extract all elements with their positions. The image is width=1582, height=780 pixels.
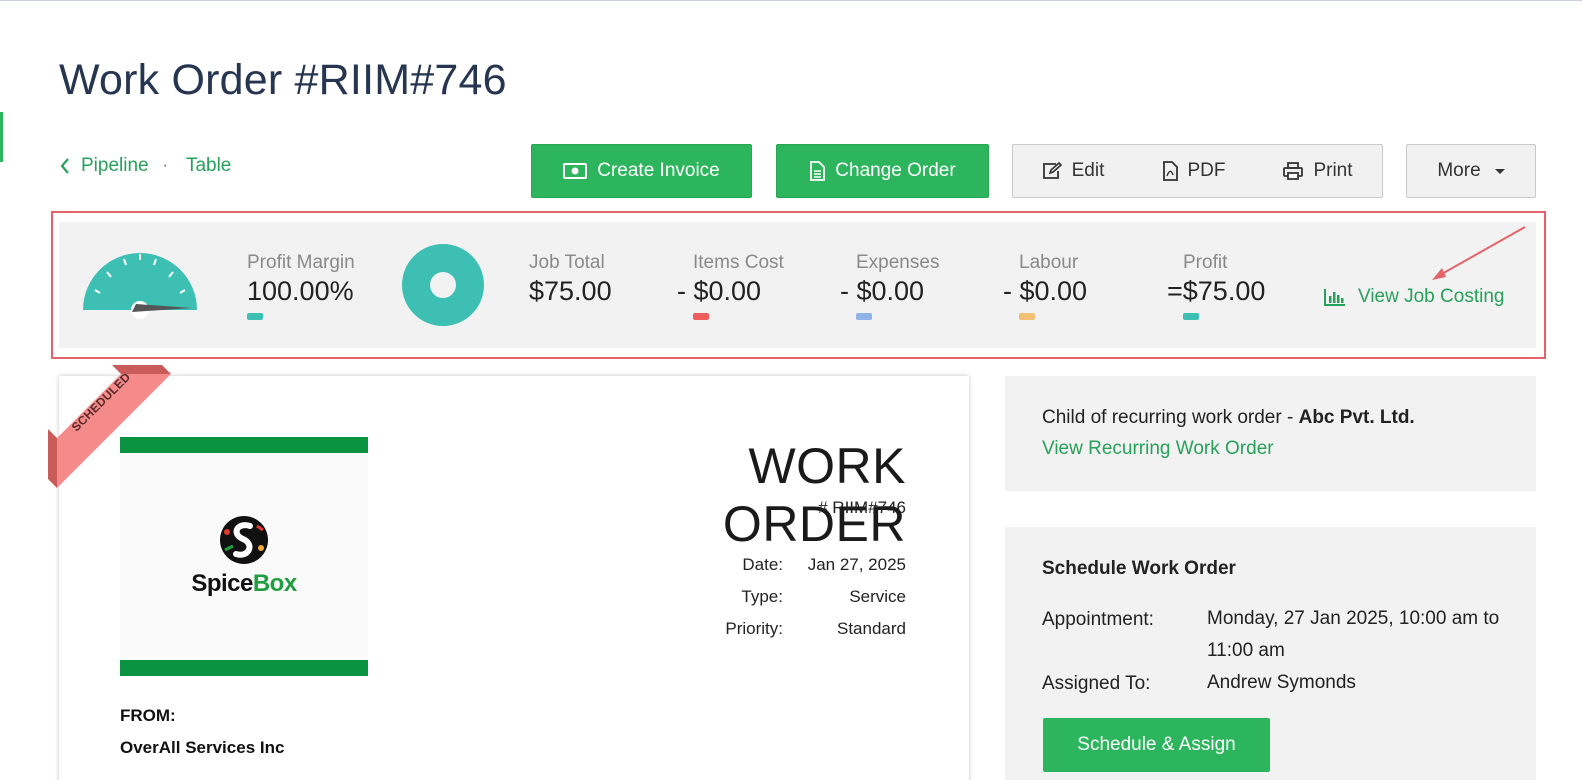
items-cost-label: Items Cost: [693, 252, 784, 273]
page-title: Work Order #RIIM#746: [59, 56, 507, 104]
caret-down-icon: [1494, 168, 1505, 174]
edit-icon: [1042, 162, 1062, 179]
schedule-assign-button[interactable]: Schedule & Assign: [1043, 718, 1270, 772]
recurring-prefix: Child of recurring work order -: [1042, 407, 1299, 428]
breadcrumb-table-link[interactable]: Table: [186, 155, 231, 177]
meta-row-type: Type: Service: [660, 587, 906, 607]
meta-value: Standard: [837, 619, 906, 638]
annotation-arrow-icon: [1432, 226, 1526, 280]
create-invoice-button[interactable]: Create Invoice: [531, 144, 752, 198]
profit-swatch: [1183, 313, 1199, 320]
profit-margin-swatch: [247, 313, 263, 320]
profit-stat: Profit =$75.00: [1167, 252, 1265, 320]
appointment-label: Appointment:: [1042, 609, 1154, 630]
gauge-icon: [83, 253, 197, 319]
change-order-button[interactable]: Change Order: [776, 144, 989, 198]
print-button[interactable]: Print: [1254, 144, 1383, 198]
more-dropdown-button[interactable]: More: [1406, 144, 1536, 198]
create-invoice-label: Create Invoice: [597, 160, 720, 181]
items-cost-swatch: [693, 313, 709, 320]
from-company: OverAll Services Inc: [120, 738, 285, 757]
from-label: FROM:: [120, 706, 176, 725]
expenses-stat: Expenses - $0.00: [840, 252, 939, 320]
company-logo: SpiceBox: [120, 437, 368, 676]
assigned-to-label: Assigned To:: [1042, 673, 1151, 694]
schedule-title: Schedule Work Order: [1042, 558, 1236, 579]
breadcrumb-separator: ·: [162, 157, 168, 174]
view-job-costing-label: View Job Costing: [1358, 286, 1505, 307]
appointment-value: Monday, 27 Jan 2025, 10:00 am to 11:00 a…: [1207, 608, 1500, 661]
sidebar-active-indicator: [0, 112, 3, 162]
meta-row-priority: Priority: Standard: [660, 619, 906, 639]
profit-label: Profit: [1183, 252, 1228, 273]
profit-margin-stat: Profit Margin 100.00%: [247, 252, 355, 320]
profit-value: =$75.00: [1167, 276, 1266, 306]
recurring-company: Abc Pvt. Ltd.: [1298, 407, 1415, 428]
labour-swatch: [1019, 313, 1035, 320]
print-label: Print: [1313, 160, 1353, 181]
pdf-label: PDF: [1187, 160, 1226, 181]
expenses-label: Expenses: [856, 252, 940, 273]
job-total-label: Job Total: [529, 252, 605, 273]
expenses-value: - $0.00: [840, 276, 925, 306]
items-cost-value: - $0.00: [677, 276, 762, 306]
profit-margin-value: 100.00%: [247, 276, 354, 306]
meta-key: Type:: [741, 587, 783, 606]
printer-icon: [1283, 162, 1304, 180]
recurring-info-panel: [1005, 376, 1536, 491]
job-total-stat: Job Total $75.00: [529, 252, 612, 307]
donut-chart-icon: [402, 244, 484, 326]
meta-key: Date:: [742, 555, 783, 574]
top-divider: [0, 0, 1582, 1]
edit-button[interactable]: Edit: [1012, 144, 1134, 198]
meta-key: Priority:: [725, 619, 783, 638]
profit-margin-label: Profit Margin: [247, 252, 355, 273]
items-cost-stat: Items Cost - $0.00: [677, 252, 784, 320]
work-order-number: # RIIM#746: [818, 498, 906, 517]
meta-value: Service: [849, 587, 906, 606]
logo-word-box: Box: [252, 570, 297, 597]
breadcrumb-pipeline-link[interactable]: Pipeline: [81, 155, 149, 177]
logo-top-bar: [120, 437, 368, 453]
work-order-heading: WORK ORDER: [722, 438, 906, 552]
labour-stat: Labour - $0.00: [1003, 252, 1087, 320]
logo-word-spice: Spice: [191, 570, 253, 597]
change-order-label: Change Order: [835, 160, 956, 181]
chevron-left-icon[interactable]: [59, 157, 71, 175]
logo-bottom-bar: [120, 660, 368, 676]
pdf-icon: [1162, 161, 1178, 181]
money-icon: [563, 163, 588, 179]
document-icon: [810, 161, 826, 181]
meta-value: Jan 27, 2025: [807, 555, 906, 574]
breadcrumb: Pipeline · Table: [59, 155, 231, 177]
more-label: More: [1437, 160, 1481, 181]
labour-value: - $0.00: [1003, 276, 1088, 306]
expenses-swatch: [856, 313, 872, 320]
job-total-value: $75.00: [529, 276, 612, 306]
assigned-to-value: Andrew Symonds: [1207, 672, 1356, 693]
view-job-costing-link[interactable]: View Job Costing: [1324, 286, 1504, 308]
logo-wordmark: SpiceBox: [120, 570, 368, 598]
bar-chart-icon: [1324, 289, 1345, 306]
pdf-button[interactable]: PDF: [1133, 144, 1255, 198]
view-recurring-work-order-link[interactable]: View Recurring Work Order: [1042, 438, 1274, 460]
spice-box-logo-icon: [220, 516, 268, 564]
edit-label: Edit: [1071, 160, 1105, 181]
labour-label: Labour: [1019, 252, 1079, 273]
meta-row-date: Date: Jan 27, 2025: [660, 555, 906, 575]
recurring-parent-text: Child of recurring work order - Abc Pvt.…: [1042, 407, 1415, 429]
